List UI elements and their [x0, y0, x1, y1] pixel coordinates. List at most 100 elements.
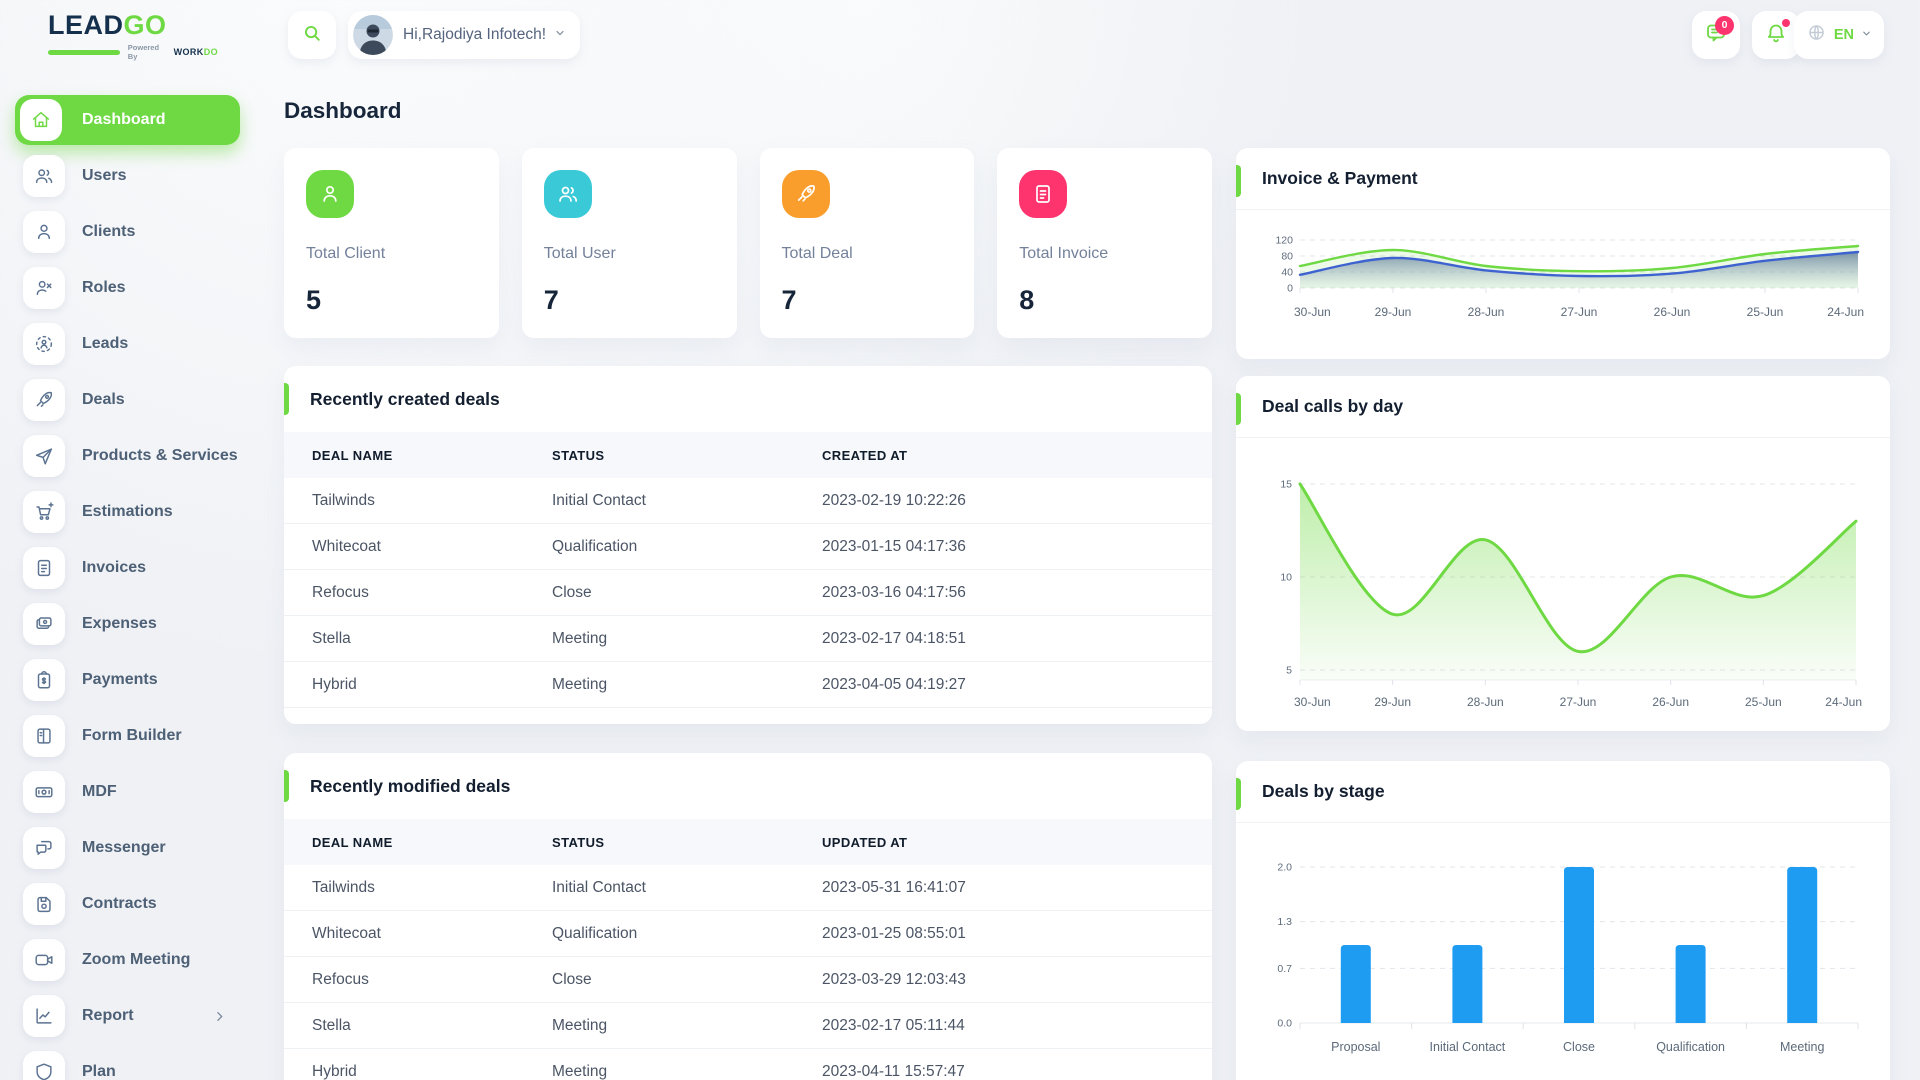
svg-text:Meeting: Meeting [1780, 1040, 1825, 1054]
table-cell: 2023-04-05 04:19:27 [822, 676, 1212, 694]
recently-modified-deals-card: Recently modified deals DEAL NAMESTATUSU… [284, 753, 1212, 1080]
sidebar-item-report[interactable]: Report [15, 991, 240, 1041]
sidebar-item-label: Messenger [82, 839, 166, 857]
table-cell: Stella [312, 630, 552, 648]
invoice-payment-card: Invoice & Payment 0408012030-Jun29-Jun28… [1236, 148, 1890, 359]
table-cell: 2023-02-17 05:11:44 [822, 1017, 1212, 1035]
banknote-icon [23, 771, 65, 813]
plane-icon [23, 435, 65, 477]
messages-badge: 0 [1715, 16, 1734, 35]
stat-value: 7 [544, 285, 715, 316]
user-menu[interactable]: Hi,Rajodiya Infotech! [348, 11, 580, 59]
cart-icon [23, 491, 65, 533]
table-cell: Hybrid [312, 1063, 552, 1080]
home-icon [20, 99, 62, 141]
table-cell: Refocus [312, 584, 552, 602]
accent-bar [1236, 165, 1241, 197]
card-title: Recently created deals [310, 389, 500, 410]
sidebar-item-clients[interactable]: Clients [15, 207, 240, 257]
svg-text:28-Jun: 28-Jun [1468, 305, 1505, 319]
sidebar-item-label: Deals [82, 391, 125, 409]
table-cell: 2023-01-15 04:17:36 [822, 538, 1212, 556]
sidebar-item-plan[interactable]: Plan [15, 1047, 240, 1080]
stat-value: 5 [306, 285, 477, 316]
sidebar-item-invoices[interactable]: Invoices [15, 543, 240, 593]
sidebar-item-payments[interactable]: Payments [15, 655, 240, 705]
sidebar-item-dashboard[interactable]: Dashboard [15, 95, 240, 145]
sidebar-item-users[interactable]: Users [15, 151, 240, 201]
column-header: UPDATED AT [822, 835, 1212, 850]
sidebar-item-label: MDF [82, 783, 117, 801]
rocket-icon [23, 379, 65, 421]
deal-calls-chart: 5101530-Jun29-Jun28-Jun27-Jun26-Jun25-Ju… [1260, 448, 1866, 718]
stat-label: Total Deal [782, 245, 953, 263]
table-cell: 2023-04-11 15:57:47 [822, 1063, 1212, 1080]
table-cell: Meeting [552, 676, 822, 694]
table-cell: Tailwinds [312, 492, 552, 510]
sidebar-nav: Dashboard Users Clients Roles Leads Deals Prod… [0, 70, 262, 1080]
search-button[interactable] [288, 11, 336, 59]
invoice-icon [1019, 170, 1067, 218]
chevron-down-icon [554, 26, 566, 44]
table-cell: 2023-03-29 12:03:43 [822, 971, 1212, 989]
top-header: LEADGO Powered By WORK DO Hi,Rajodiya In… [0, 0, 1920, 70]
video-icon [23, 939, 65, 981]
svg-text:120: 120 [1275, 235, 1293, 247]
sidebar-item-label: Contracts [82, 895, 157, 913]
search-icon [301, 22, 323, 49]
sidebar-item-label: Dashboard [82, 111, 166, 129]
sidebar-item-contracts[interactable]: Contracts [15, 879, 240, 929]
accent-bar [1236, 778, 1241, 810]
stat-card-total-client: Total Client5 [284, 148, 499, 338]
sidebar-item-zoom-meeting[interactable]: Zoom Meeting [15, 935, 240, 985]
table-cell: Refocus [312, 971, 552, 989]
chevron-right-icon [213, 1010, 226, 1023]
sidebar-item-label: Clients [82, 223, 135, 241]
svg-text:15: 15 [1280, 479, 1292, 491]
svg-text:0.7: 0.7 [1277, 963, 1292, 975]
table-cell: 2023-01-25 08:55:01 [822, 925, 1212, 943]
table-header: DEAL NAMESTATUSUPDATED AT [284, 819, 1212, 865]
language-selector[interactable]: EN [1794, 11, 1884, 59]
sidebar-item-expenses[interactable]: Expenses [15, 599, 240, 649]
table-cell: Initial Contact [552, 492, 822, 510]
sidebar-item-messenger[interactable]: Messenger [15, 823, 240, 873]
app-logo[interactable]: LEADGO Powered By WORK DO [48, 12, 218, 61]
sidebar-item-mdf[interactable]: MDF [15, 767, 240, 817]
deals-by-stage-chart: 0.00.71.32.0ProposalInitial ContactClose… [1260, 823, 1866, 1080]
stats-row: Total Client5Total User7Total Deal7Total… [284, 148, 1212, 338]
table-cell: Whitecoat [312, 925, 552, 943]
table-row: WhitecoatQualification2023-01-25 08:55:0… [284, 911, 1212, 957]
table-row: StellaMeeting2023-02-17 05:11:44 [284, 1003, 1212, 1049]
svg-text:25-Jun: 25-Jun [1745, 695, 1782, 709]
svg-text:1.3: 1.3 [1277, 916, 1292, 928]
sidebar-item-leads[interactable]: Leads [15, 319, 240, 369]
sidebar-item-products-services[interactable]: Products & Services [15, 431, 240, 481]
table-cell: Meeting [552, 1063, 822, 1080]
svg-text:27-Jun: 27-Jun [1561, 305, 1598, 319]
table-cell: 2023-02-17 04:18:51 [822, 630, 1212, 648]
table-cell: Qualification [552, 538, 822, 556]
svg-text:27-Jun: 27-Jun [1560, 695, 1597, 709]
sidebar-item-label: Expenses [82, 615, 157, 633]
table-body: TailwindsInitial Contact2023-05-31 16:41… [284, 865, 1212, 1080]
logo-tagline: Powered By WORK DO [48, 43, 218, 61]
chat-icon [23, 827, 65, 869]
card-title: Recently modified deals [310, 776, 510, 797]
notifications-button[interactable] [1752, 11, 1800, 59]
sidebar-item-label: Payments [82, 671, 158, 689]
sidebar-item-roles[interactable]: Roles [15, 263, 240, 313]
sidebar-item-estimations[interactable]: Estimations [15, 487, 240, 537]
messages-button[interactable]: 0 [1692, 11, 1740, 59]
sidebar-item-form-builder[interactable]: Form Builder [15, 711, 240, 761]
page-title: Dashboard [284, 98, 1890, 124]
users-icon [544, 170, 592, 218]
column-header: CREATED AT [822, 448, 1212, 463]
table-cell: 2023-05-31 16:41:07 [822, 879, 1212, 897]
sidebar-item-label: Leads [82, 335, 128, 353]
sidebar-item-deals[interactable]: Deals [15, 375, 240, 425]
svg-text:40: 40 [1281, 267, 1293, 279]
table-cell: Stella [312, 1017, 552, 1035]
invoice-icon [23, 547, 65, 589]
sidebar-item-label: Zoom Meeting [82, 951, 190, 969]
